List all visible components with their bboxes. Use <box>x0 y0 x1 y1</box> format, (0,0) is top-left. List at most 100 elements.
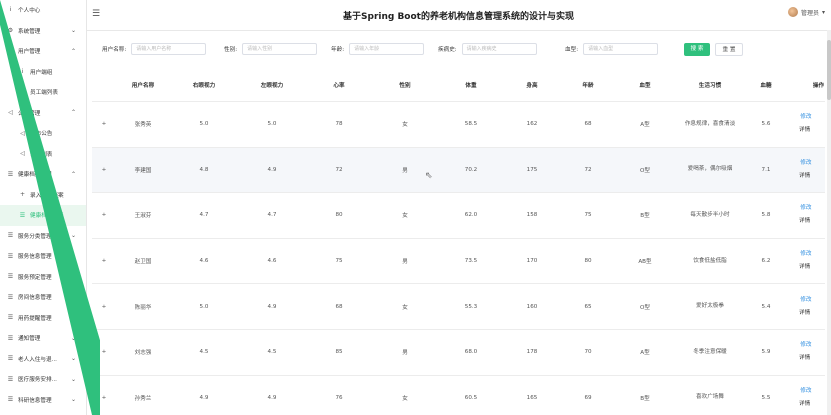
expand-row-button[interactable]: + <box>92 146 116 193</box>
table-row[interactable]: +孙秀兰4.94.976女60.516569B型喜欢广场舞5.5修改删除详情 <box>92 374 825 415</box>
search-input[interactable]: 请输入年龄 <box>349 43 425 55</box>
detail-link[interactable]: 详情 <box>787 398 825 411</box>
search-input[interactable]: 请输入性别 <box>242 43 318 55</box>
column-header: 操作 <box>812 83 825 89</box>
search-button[interactable]: 搜 索 <box>684 43 710 56</box>
sidebar-item-14[interactable]: ☰ 房间信息管理 ⌄ <box>0 287 86 308</box>
chevron-icon: ⌄ <box>70 355 76 363</box>
expand-row-button[interactable]: + <box>92 101 116 148</box>
sidebar-item-9[interactable]: + 录入健康档案 <box>0 185 86 206</box>
table-cell: O型 <box>616 146 674 193</box>
table-cell: 5.9 <box>746 328 786 376</box>
table-row[interactable]: +李建国4.84.972男70.217572O型爱喝茶，偶尔吸烟7.1修改删除详… <box>92 146 825 193</box>
scrollbar[interactable] <box>827 30 831 415</box>
sidebar-item-8[interactable]: ☰ 健康档案管理 ⌃ <box>0 164 86 185</box>
table-cell: 62.0 <box>438 192 504 239</box>
expand-row-button[interactable]: + <box>92 374 116 415</box>
table-row[interactable]: +陈丽华5.04.968女55.316065O型爱好太极拳5.4修改删除详情 <box>92 283 825 330</box>
edit-link[interactable]: 修改 <box>800 202 811 215</box>
sidebar-item-label: 用户端组 <box>30 69 53 76</box>
column-header: 年龄 <box>582 83 594 89</box>
chevron-icon: ⌄ <box>70 232 76 240</box>
edit-link[interactable]: 修改 <box>800 157 811 170</box>
sidebar-item-18[interactable]: ☰ 医疗服务安排... ⌄ <box>0 369 86 390</box>
expand-row-button[interactable]: + <box>92 283 116 330</box>
detail-link[interactable]: 详情 <box>787 124 825 137</box>
sidebar-item-7[interactable]: ◁ 公告列表 <box>0 144 86 165</box>
table-cell: 68 <box>306 283 372 330</box>
search-field-label: 性别: <box>224 47 238 53</box>
edit-link[interactable]: 修改 <box>800 294 811 307</box>
health-record-table: 用户名称 右眼视力 左眼视力 心率 性别 体重 身高 年龄 血型 生活习惯 血糖 操作 + 张秀英 5.0… <box>92 69 825 415</box>
table-cell: 4.6 <box>238 237 306 284</box>
search-input[interactable]: 请输入疾病史 <box>461 43 537 55</box>
table-cell: 饮食低盐低脂 <box>674 237 746 284</box>
sidebar-item-4[interactable]: Ꭵ 员工端列表 <box>0 82 86 103</box>
sidebar-item-15[interactable]: ☰ 用药提醒管理 ⌄ <box>0 308 86 329</box>
chevron-icon: ⌃ <box>70 109 76 117</box>
sidebar-item-0[interactable]: Ꭵ 个人中心 <box>0 0 86 21</box>
sidebar-item-1[interactable]: ⚙ 系统管理 ⌄ <box>0 21 86 42</box>
list-icon: ☰ <box>7 334 14 342</box>
detail-link[interactable]: 详情 <box>787 170 825 183</box>
table-cell: 160 <box>504 283 560 330</box>
row-actions: 修改删除详情 <box>786 283 825 330</box>
table-cell: 女 <box>372 283 438 330</box>
table-row[interactable]: +刘志强4.54.585男68.017870A型冬季注意保暖5.9修改删除详情 <box>92 328 825 376</box>
column-header: 性别 <box>399 83 411 89</box>
detail-link[interactable]: 详情 <box>787 352 825 365</box>
edit-link[interactable]: 修改 <box>800 385 811 398</box>
avatar <box>787 7 798 17</box>
scrollbar-thumb[interactable] <box>827 40 831 100</box>
table-cell: 5.8 <box>746 192 786 239</box>
user-menu[interactable]: 管理员 ▾ <box>787 7 825 17</box>
expand-row-button[interactable]: + <box>92 237 116 284</box>
sidebar-item-19[interactable]: ☰ 科研信息管理 ⌄ <box>0 390 86 411</box>
sidebar-item-16[interactable]: ☰ 通知管理 ⌄ <box>0 328 86 349</box>
table-cell: 5.0 <box>238 101 306 148</box>
search-input[interactable]: 请输入用户名称 <box>131 43 207 55</box>
expand-row-button[interactable]: + <box>92 192 116 239</box>
edit-link[interactable]: 修改 <box>800 248 811 261</box>
table-cell: 男 <box>372 146 438 193</box>
table-cell: 作息规律，喜食清淡 <box>674 101 746 148</box>
sidebar-item-5[interactable]: ◁ 公告管理 ⌃ <box>0 103 86 124</box>
bell-icon: ◁ <box>20 150 25 158</box>
sidebar-item-3[interactable]: Ꭵ 用户端组 <box>0 62 86 83</box>
table-cell: 4.9 <box>238 374 306 415</box>
search-input[interactable]: 请输入血型 <box>583 43 659 55</box>
reset-button[interactable]: 重 置 <box>715 43 743 56</box>
sidebar-item-6[interactable]: ◁ 发布公告 <box>0 123 86 144</box>
table-cell: A型 <box>616 101 674 148</box>
table-cell: 80 <box>306 192 372 239</box>
detail-link[interactable]: 详情 <box>787 215 825 228</box>
bell-icon: ◁ <box>20 129 25 137</box>
table-cell: 5.4 <box>746 283 786 330</box>
sidebar-item-10[interactable]: ☰ 健康档案列表 <box>0 205 86 226</box>
column-header: 心率 <box>333 83 345 89</box>
sidebar-item-13[interactable]: ☰ 服务预定管理 ⌄ <box>0 267 86 288</box>
detail-link[interactable]: 详情 <box>787 307 825 320</box>
edit-link[interactable]: 修改 <box>800 111 811 124</box>
top-header: ☰ 基于Spring Boot的养老机构信息管理系统的设计与实现 管理员 ▾ <box>86 0 831 31</box>
search-field-label: 疾病史: <box>438 47 457 53</box>
table-row[interactable]: +王淑芬4.74.780女62.015875B型每天散步半小时5.8修改删除详情 <box>92 192 825 239</box>
edit-link[interactable]: 修改 <box>800 339 811 352</box>
table-cell: 5.0 <box>170 283 238 330</box>
sidebar-item-label: 发布公告 <box>30 131 53 138</box>
sidebar-item-2[interactable]: Ꭵ 用户管理 ⌃ <box>0 41 86 62</box>
table-row[interactable]: +赵卫国4.64.675男73.517080AB型饮食低盐低脂6.2修改删除详情 <box>92 237 825 284</box>
sidebar-item-11[interactable]: ☰ 服务分类管理 ⌄ <box>0 226 86 247</box>
table-cell: 王淑芬 <box>116 192 170 239</box>
table-cell: 70 <box>560 328 616 376</box>
sidebar-item-12[interactable]: ☰ 服务信息管理 ⌄ <box>0 246 86 267</box>
detail-link[interactable]: 详情 <box>787 261 825 274</box>
table-row[interactable]: +张秀英5.05.078女58.516268A型作息规律，喜食清淡5.6修改删除… <box>92 101 825 148</box>
sidebar-item-17[interactable]: ☰ 老人入住与退... ⌄ <box>0 349 86 370</box>
expand-row-button[interactable]: + <box>92 328 116 376</box>
table-cell: 70.2 <box>438 146 504 193</box>
sidebar-item-label: 用户管理 <box>18 49 41 56</box>
table-cell: 4.5 <box>238 328 306 376</box>
table-cell: 80 <box>560 237 616 284</box>
table-cell: 72 <box>560 146 616 193</box>
